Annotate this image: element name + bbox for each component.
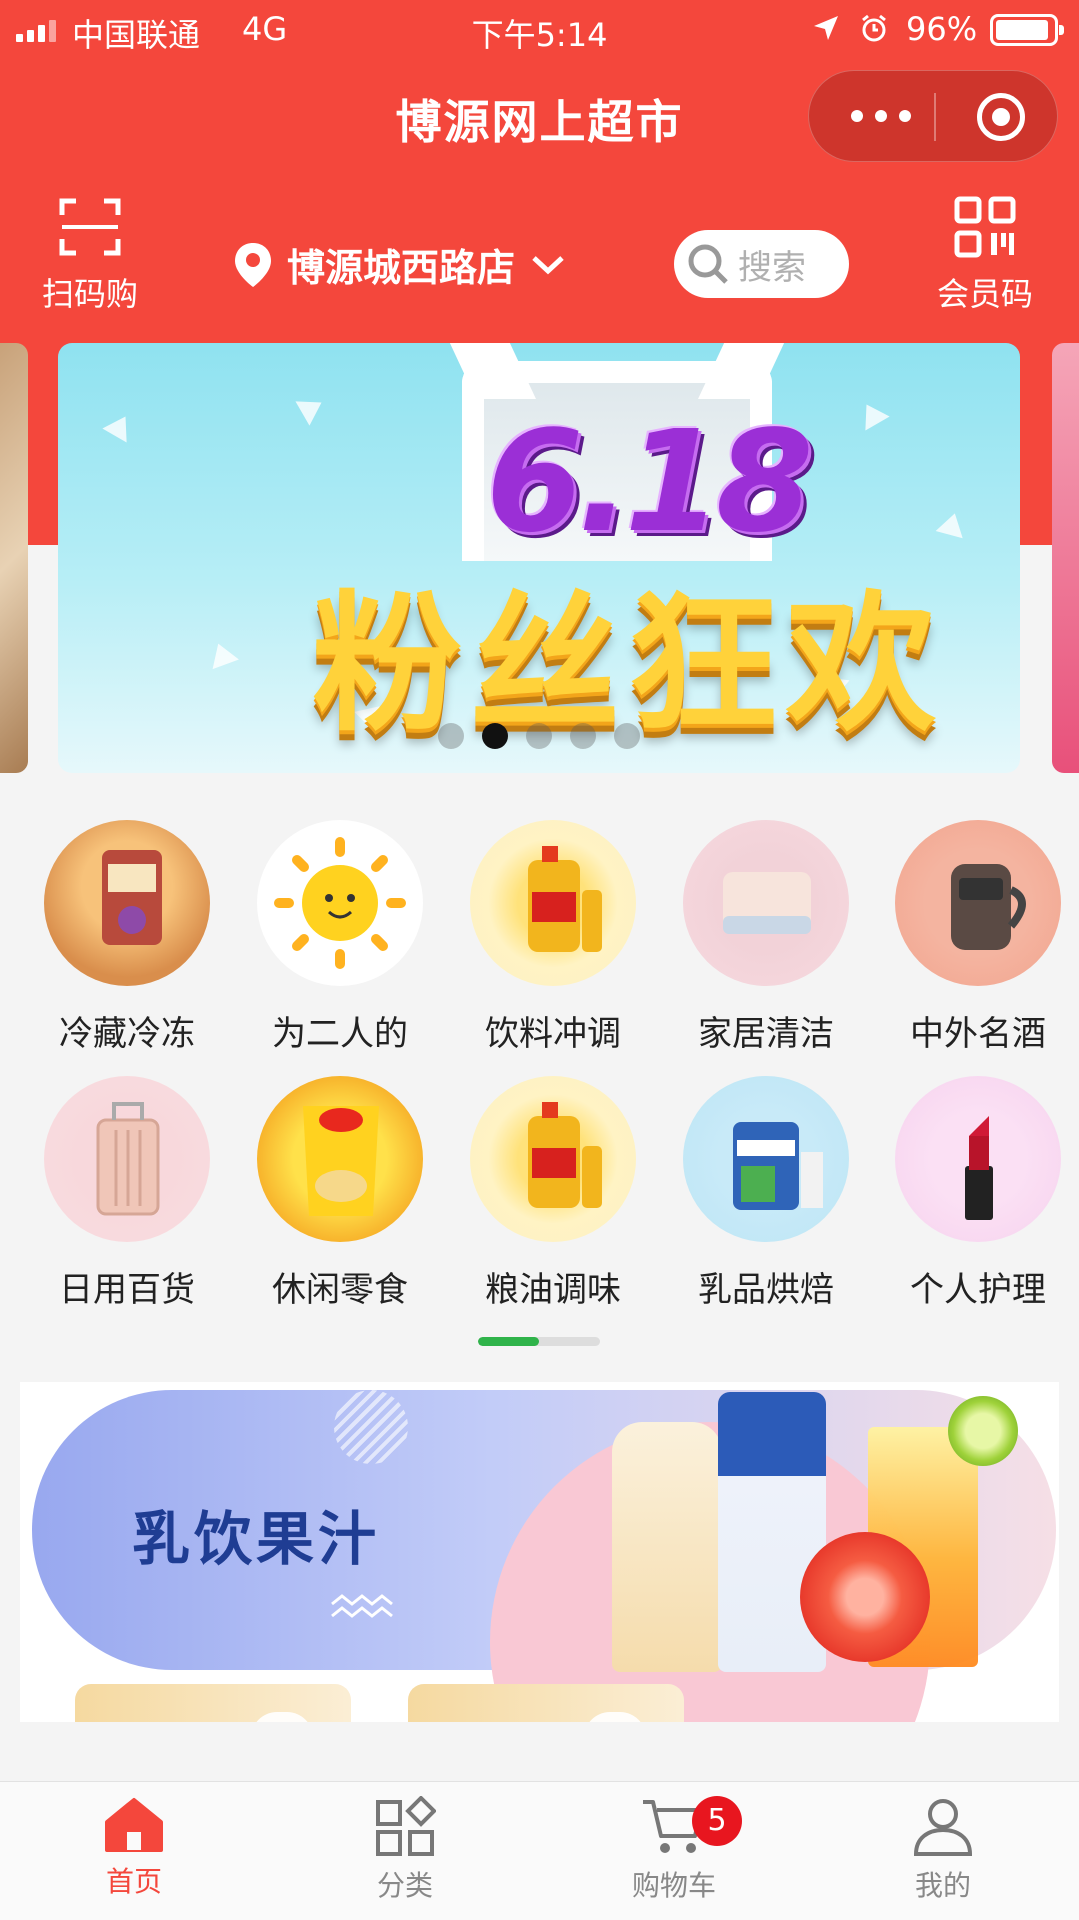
grapefruit-image (800, 1532, 930, 1662)
tab-cart[interactable]: 购物车 5 (574, 1796, 774, 1904)
dairy-juice-section[interactable]: 乳饮果汁 (20, 1382, 1059, 1722)
search-placeholder: 搜索 (738, 247, 806, 288)
tab-category[interactable]: 分类 (305, 1796, 505, 1904)
category-item[interactable]: 家居清洁 (666, 820, 866, 1055)
battery-icon (990, 14, 1064, 46)
kettle-icon (895, 820, 1061, 986)
tab-category-label: 分类 (376, 1869, 433, 1902)
user-icon (913, 1799, 973, 1856)
decor-stripes (334, 1390, 408, 1464)
category-label: 乳品烘焙 (698, 1270, 834, 1310)
section-title: 乳饮果汁 (132, 1505, 381, 1573)
store-selector[interactable]: 博源城西路店 (233, 237, 579, 292)
tab-home-label: 首页 (105, 1865, 162, 1898)
category-item[interactable]: 冷藏冷冻 (27, 820, 227, 1055)
tab-cart-label: 购物车 (631, 1869, 716, 1902)
location-pin-icon (235, 242, 271, 287)
product-image (251, 1712, 313, 1722)
oil-bottle-icon (470, 820, 636, 986)
zigzag-decoration (331, 1594, 393, 1618)
carousel-next-slide[interactable] (1052, 343, 1079, 773)
towel-icon (683, 820, 849, 986)
category-label: 家居清洁 (698, 1014, 834, 1054)
banner-number: 6.18 (486, 401, 813, 564)
category-label: 冷藏冷冻 (59, 1014, 195, 1054)
oil-bottle-icon (470, 1076, 636, 1242)
sun-icon (257, 820, 423, 986)
status-bar: 中国联通 4G 下午5:14 96% (0, 0, 1079, 60)
category-label: 粮油调味 (485, 1270, 621, 1310)
category-item[interactable]: 为二人的 (240, 820, 440, 1055)
more-options-icon[interactable] (845, 101, 935, 131)
category-label: 饮料冲调 (485, 1014, 621, 1054)
battery-percent: 96% (906, 10, 978, 48)
search-box[interactable]: 搜索 (674, 230, 849, 298)
category-icon (376, 1796, 436, 1856)
lays-chips-icon (257, 1076, 423, 1242)
store-name: 博源城西路店 (287, 246, 516, 290)
category-label: 日用百货 (59, 1270, 195, 1310)
location-arrow-icon (814, 16, 838, 40)
category-item[interactable]: 乳品烘焙 (666, 1076, 866, 1311)
milk-powder-icon (683, 1076, 849, 1242)
member-label: 会员码 (936, 275, 1033, 313)
tab-mine-label: 我的 (914, 1869, 971, 1902)
home-icon (105, 1798, 163, 1852)
category-item[interactable]: 粮油调味 (453, 1076, 653, 1311)
carousel-dot[interactable] (482, 723, 508, 749)
alarm-icon (862, 14, 886, 42)
mini-program-capsule (808, 70, 1058, 162)
product-image (584, 1712, 646, 1722)
yogurt-drink-bottle-image (612, 1422, 722, 1672)
category-item[interactable]: 中外名酒 (878, 820, 1078, 1055)
tab-home[interactable]: 首页 (34, 1796, 234, 1900)
category-item[interactable]: 饮料冲调 (453, 820, 653, 1055)
search-icon (688, 244, 728, 284)
carousel-prev-slide[interactable] (0, 343, 28, 773)
tab-mine[interactable]: 我的 (843, 1796, 1043, 1904)
category-label: 个人护理 (910, 1270, 1046, 1310)
member-code-button[interactable]: 会员码 (915, 195, 1055, 315)
carousel-dot[interactable] (526, 723, 552, 749)
category-label: 休闲零食 (272, 1270, 408, 1310)
cart-count-badge: 5 (692, 1796, 742, 1846)
scan-icon (59, 198, 121, 256)
carousel-dot[interactable] (438, 723, 464, 749)
tab-bar: 首页 分类 购物车 5 我的 (0, 1781, 1079, 1920)
suitcase-icon (44, 1076, 210, 1242)
capsule-divider (934, 93, 936, 141)
category-page-indicator (478, 1337, 600, 1346)
product-card[interactable] (408, 1684, 684, 1722)
category-item[interactable]: 个人护理 (878, 1076, 1078, 1311)
scan-label: 扫码购 (41, 275, 138, 313)
chevron-down-icon (532, 255, 564, 274)
category-label: 为二人的 (272, 1014, 408, 1054)
lipstick-icon (895, 1076, 1061, 1242)
snack-chips-bag-icon (44, 820, 210, 986)
carousel-dot[interactable] (614, 723, 640, 749)
category-item[interactable]: 日用百货 (27, 1076, 227, 1311)
scan-to-buy-button[interactable]: 扫码购 (30, 195, 150, 315)
carousel-dots (58, 723, 1020, 749)
close-mini-program-icon[interactable] (977, 93, 1025, 141)
product-card[interactable] (75, 1684, 351, 1722)
carousel-dot[interactable] (570, 723, 596, 749)
promo-banner[interactable]: 6.18 粉丝狂欢节 (58, 343, 1020, 773)
lime-image (948, 1396, 1018, 1466)
qr-code-icon (954, 196, 1016, 258)
category-label: 中外名酒 (910, 1014, 1046, 1054)
category-item[interactable]: 休闲零食 (240, 1076, 440, 1311)
